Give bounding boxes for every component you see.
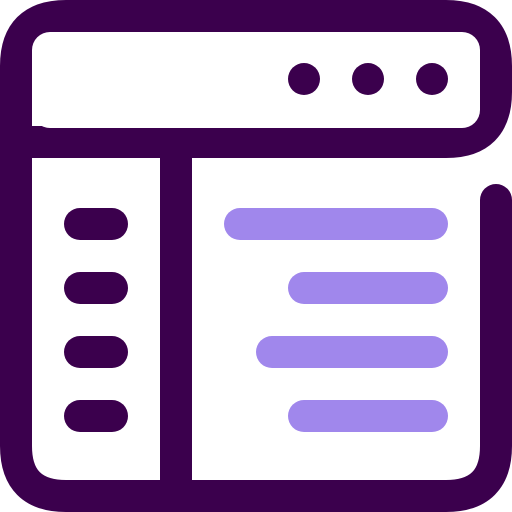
window-control-dot-3 bbox=[416, 63, 448, 95]
sidebar-divider bbox=[160, 142, 192, 496]
content-line-4 bbox=[288, 400, 448, 432]
content-line-1 bbox=[224, 208, 448, 240]
window-control-dot-1 bbox=[288, 63, 320, 95]
sidebar-item-4 bbox=[64, 400, 128, 432]
sidebar-item-2 bbox=[64, 272, 128, 304]
content-line-2 bbox=[288, 272, 448, 304]
web-layout-window-icon bbox=[0, 0, 512, 512]
window-control-dot-2 bbox=[352, 63, 384, 95]
sidebar-item-3 bbox=[64, 336, 128, 368]
title-bar-area bbox=[32, 32, 480, 128]
content-line-3 bbox=[256, 336, 448, 368]
sidebar-item-1 bbox=[64, 208, 128, 240]
web-layout-window-svg bbox=[0, 0, 512, 512]
